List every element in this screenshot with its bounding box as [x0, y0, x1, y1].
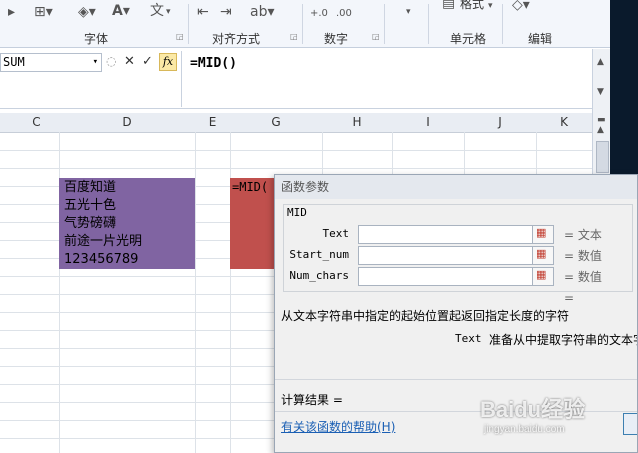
collapse-dialog-button[interactable]: ▦	[532, 246, 554, 265]
scroll-arrow-icon[interactable]: ▸	[8, 4, 15, 20]
format-icon[interactable]: ▤	[442, 0, 455, 11]
arg-help-name: Text	[455, 332, 482, 345]
clear-icon[interactable]: ◇▾	[512, 0, 530, 13]
arg-result: = 数值	[564, 249, 602, 263]
fill-color-icon[interactable]: ◈▾	[78, 4, 96, 20]
group-label-alignment: 对齐方式	[212, 32, 261, 46]
group-label-font: 字体	[84, 32, 109, 46]
arg-result: = 数值	[564, 270, 602, 284]
decrease-decimal-icon[interactable]: .00	[336, 6, 352, 22]
group-divider	[188, 4, 189, 44]
text-arg-input[interactable]	[358, 225, 533, 244]
grid-line	[195, 132, 196, 453]
grid-line	[0, 150, 592, 151]
function-description: 从文本字符串中指定的起始位置起返回指定长度的字符	[281, 309, 570, 323]
cell-line: 气势磅礴	[64, 216, 117, 231]
collapse-dialog-button[interactable]: ▦	[532, 225, 554, 244]
cell-line: 百度知道	[64, 180, 117, 195]
arg-label-text: Text	[322, 227, 350, 240]
column-header-d[interactable]: D	[59, 113, 196, 133]
enter-icon[interactable]: ✓	[142, 54, 153, 69]
column-header-j[interactable]: J	[464, 113, 537, 133]
calc-result-label: 计算结果 =	[281, 393, 343, 407]
dropdown-arrow-icon[interactable]: ▾	[488, 0, 493, 14]
column-header-g[interactable]: G	[230, 113, 323, 133]
select-all-corner[interactable]	[0, 113, 15, 133]
column-header-k[interactable]: K	[536, 113, 593, 133]
arg-result: = 文本	[564, 228, 602, 242]
column-header-e[interactable]: E	[195, 113, 231, 133]
range-select-icon: ▦	[536, 268, 547, 281]
watermark-url: jingyan.baidu.com	[484, 424, 565, 435]
cancel-icon[interactable]: ✕	[124, 54, 135, 69]
collapse-dialog-button[interactable]: ▦	[532, 267, 554, 286]
group-label-cells: 单元格	[450, 32, 487, 46]
name-box[interactable]: SUM ▾	[0, 53, 102, 72]
group-divider	[384, 4, 385, 44]
dialog-title: 函数参数	[275, 175, 637, 199]
resize-handle-icon[interactable]: ◌	[106, 54, 116, 68]
total-result: =	[564, 291, 575, 305]
scroll-thumb[interactable]	[596, 141, 609, 173]
insert-function-button[interactable]: fx	[159, 53, 177, 71]
column-header-h[interactable]: H	[322, 113, 393, 133]
group-divider	[502, 4, 503, 44]
active-cell-text: =MID(	[232, 180, 269, 194]
arg-label-num-chars: Num_chars	[289, 269, 349, 282]
group-divider	[302, 4, 303, 44]
formula-input[interactable]: =MID()	[181, 51, 591, 107]
group-label-number: 数字	[324, 32, 349, 46]
cell-line: 五光十色	[64, 198, 117, 213]
group-label-editing: 编辑	[528, 32, 553, 46]
scroll-up-icon[interactable]: ▲	[597, 125, 604, 135]
cell-line: 前途一片光明	[64, 234, 143, 249]
arg-label-start-num: Start_num	[289, 248, 349, 261]
increase-indent-icon[interactable]: ⇥	[220, 4, 232, 20]
orientation-icon[interactable]: ab▾	[250, 4, 275, 20]
increase-decimal-icon[interactable]: +.0	[310, 6, 328, 22]
watermark: Baidu经验 jingyan.baidu.com	[480, 390, 638, 453]
range-select-icon: ▦	[536, 247, 547, 260]
group-divider	[428, 4, 429, 44]
decrease-indent-icon[interactable]: ⇤	[197, 4, 209, 20]
split-handle-icon[interactable]: ▬	[597, 115, 606, 125]
phonetic-icon[interactable]: 文	[150, 3, 164, 19]
cell-line: 123456789	[64, 252, 139, 267]
grid-line	[0, 168, 592, 169]
number-dialog-launcher-icon[interactable]: ◲	[372, 32, 380, 41]
scroll-up-icon[interactable]: ▲	[597, 57, 604, 67]
format-button-label[interactable]: 格式	[460, 0, 484, 12]
chevron-down-icon[interactable]: ▾	[93, 54, 98, 71]
column-header-i[interactable]: I	[392, 113, 465, 133]
column-header-c[interactable]: C	[14, 113, 60, 133]
alignment-dialog-launcher-icon[interactable]: ◲	[290, 32, 298, 41]
dropdown-arrow-icon[interactable]: ▾	[166, 4, 171, 20]
range-select-icon: ▦	[536, 226, 547, 239]
divider	[275, 379, 637, 380]
font-dialog-launcher-icon[interactable]: ◲	[176, 32, 184, 41]
ribbon: ▸ ⊞▾ ◈▾ A▾ 文 ▾ 字体 ◲ ⇤ ⇥ ab▾ 对齐方式 ◲ +.0 .…	[0, 0, 610, 48]
watermark-logo: Baidu经验	[480, 397, 586, 422]
scroll-down-icon[interactable]: ▼	[597, 87, 604, 97]
dropdown-arrow-icon[interactable]: ▾	[406, 4, 411, 20]
start-num-arg-input[interactable]	[358, 246, 533, 265]
name-box-value: SUM	[3, 55, 25, 69]
arg-help-text: 准备从中提取字符串的文本字	[489, 333, 638, 347]
function-help-link[interactable]: 有关该函数的帮助(H)	[281, 418, 395, 435]
font-color-icon[interactable]: A▾	[112, 3, 130, 19]
purple-text-cell[interactable]: 百度知道 五光十色 气势磅礴 前途一片光明 123456789	[59, 178, 195, 269]
border-icon[interactable]: ⊞▾	[34, 4, 53, 20]
num-chars-arg-input[interactable]	[358, 267, 533, 286]
function-name: MID	[285, 206, 309, 219]
